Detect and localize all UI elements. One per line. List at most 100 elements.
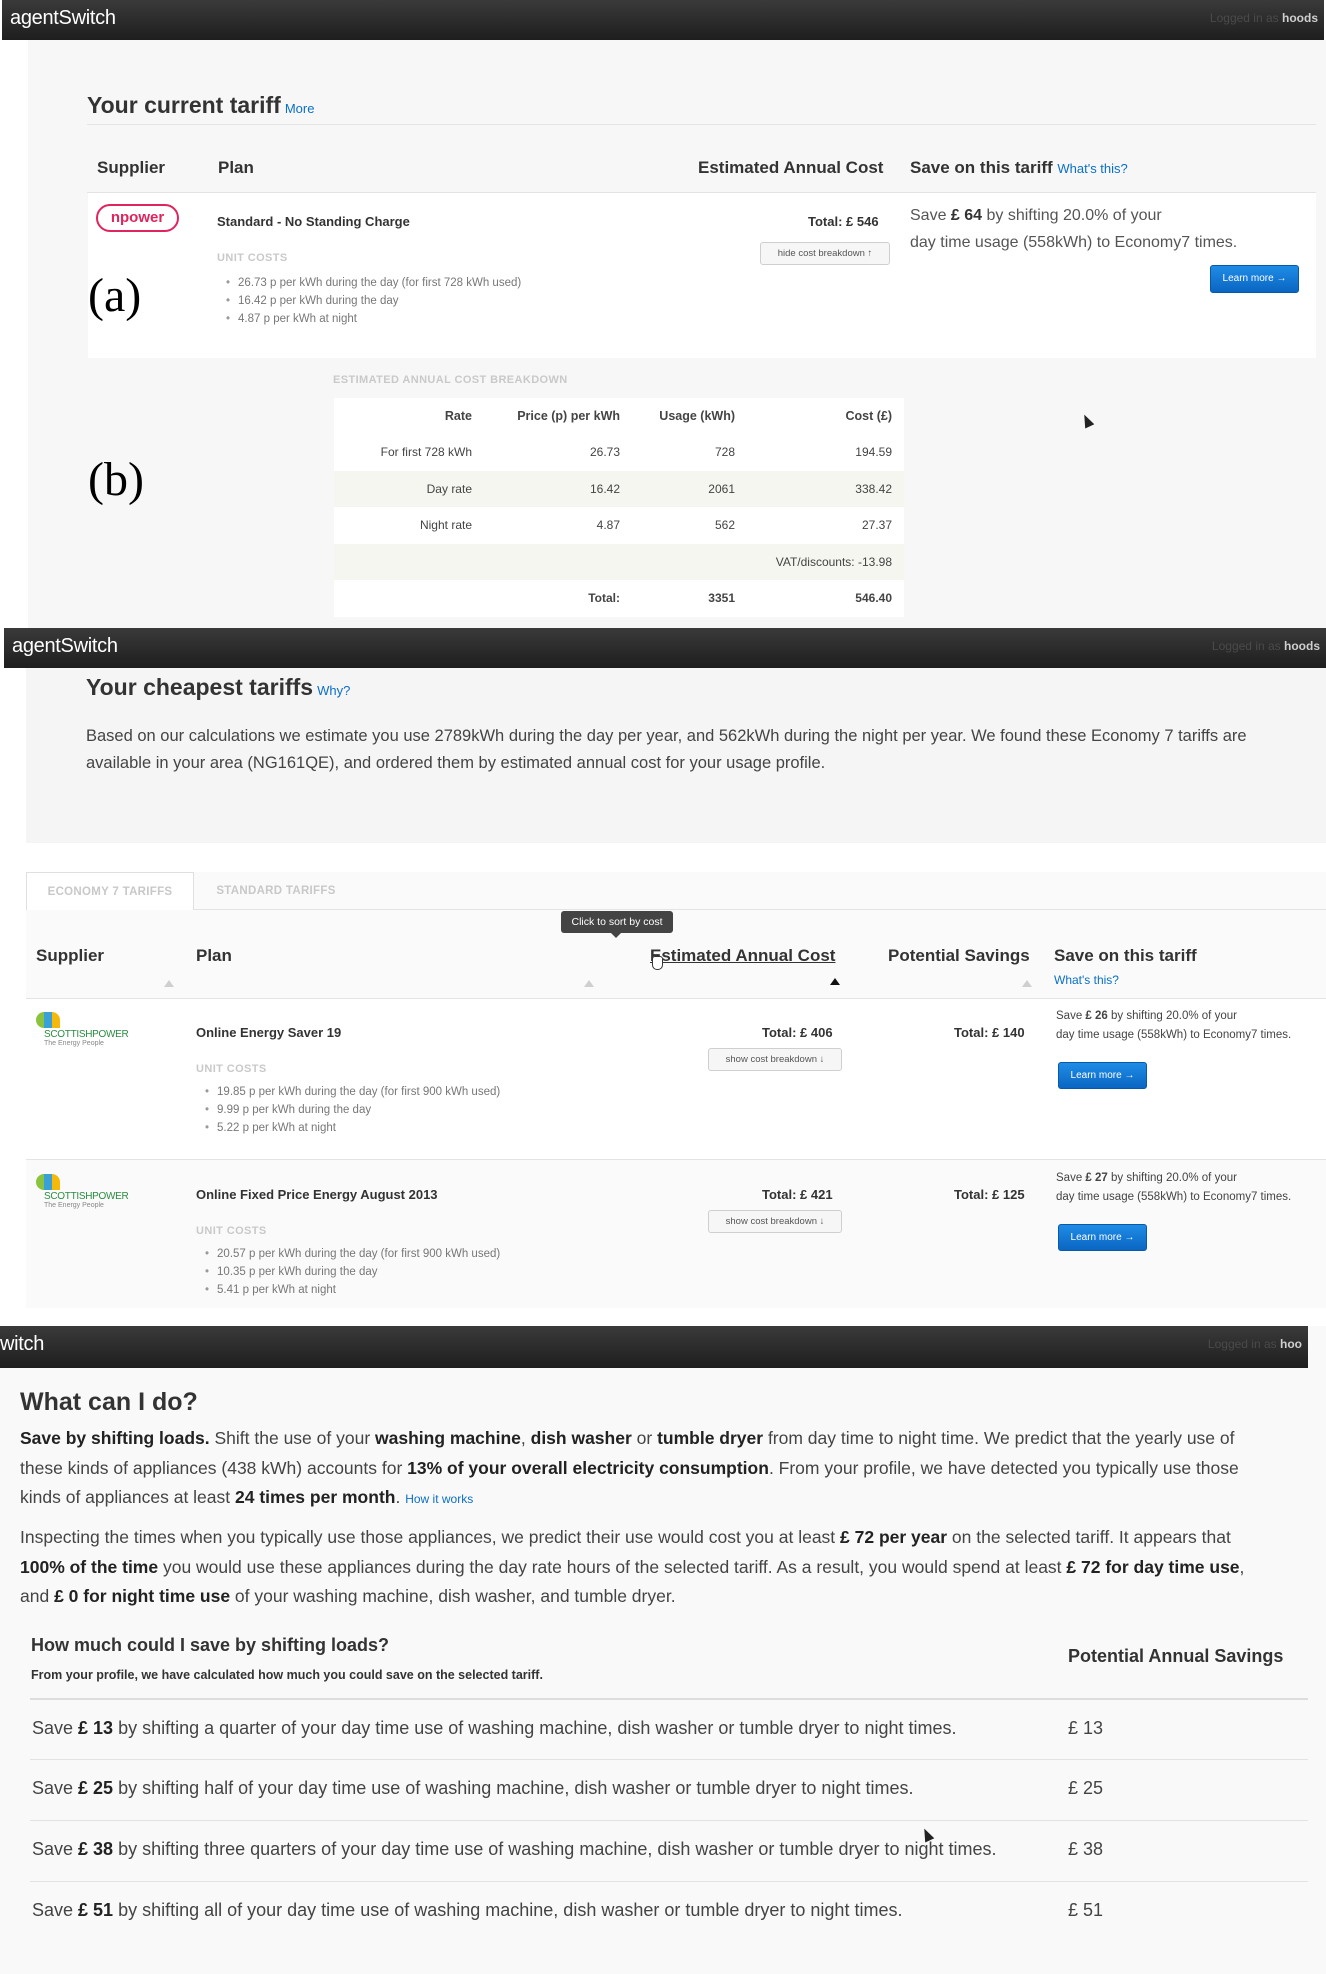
- col-save-label: Save on this tariff: [910, 158, 1053, 177]
- whats-this-link[interactable]: What's this?: [1057, 161, 1127, 176]
- p2-line2: 100% of the time you would use these app…: [20, 1553, 1320, 1583]
- sort-supplier-icon[interactable]: [164, 980, 174, 987]
- p1-line2-a: these kinds of appliances (438 kWh) acco…: [20, 1457, 408, 1478]
- col-supplier[interactable]: Supplier: [36, 946, 104, 966]
- savings-value: £ 38: [1068, 1839, 1104, 1859]
- col-potential-annual-savings: Potential Annual Savings: [1068, 1646, 1284, 1666]
- p2-line1-b: £ 72 per year: [840, 1527, 948, 1547]
- learn-more-button[interactable]: Learn more →: [1058, 1062, 1147, 1089]
- top-navbar: agentSwitch Logged in as hoods: [4, 628, 1326, 668]
- unit-cost-item: 16.42 p per kWh during the day: [226, 292, 521, 310]
- p1-a: Shift the use of your: [209, 1428, 376, 1448]
- hide-cost-breakdown-button[interactable]: hide cost breakdown ↑: [760, 242, 890, 265]
- breakdown-cell: 728: [632, 434, 747, 471]
- supplier-name: SCOTTISHPOWER: [44, 1029, 129, 1040]
- unit-costs-label: UNIT COSTS: [196, 1063, 267, 1075]
- p1-tumble-dryer: tumble dryer: [657, 1428, 764, 1448]
- top-navbar: witch Logged in as hoo: [0, 1326, 1308, 1368]
- breakdown-total-usage: 3351: [632, 580, 747, 617]
- tab-standard[interactable]: STANDARD TARIFFS: [200, 872, 352, 910]
- learn-more-button[interactable]: Learn more →: [1058, 1224, 1147, 1251]
- save-text-line1: Save £ 64 by shifting 20.0% of your: [910, 207, 1162, 225]
- sort-cost-icon[interactable]: [830, 978, 840, 985]
- p1-line3-b: 24 times per month: [235, 1487, 396, 1507]
- login-status: Logged in as hoo: [1208, 1337, 1302, 1351]
- p1-washing-machine: washing machine: [375, 1428, 521, 1448]
- tab-economy7[interactable]: ECONOMY 7 TARIFFS: [26, 872, 194, 910]
- login-text: Logged in as: [1207, 1337, 1277, 1351]
- login-user[interactable]: hoods: [1282, 11, 1318, 25]
- potential-savings: Total: £ 140: [954, 1025, 1025, 1040]
- how-it-works-link[interactable]: How it works: [405, 1492, 473, 1506]
- savings-row-text: Save £ 38 by shifting three quarters of …: [32, 1839, 997, 1860]
- savings-pre: Save: [32, 1718, 79, 1738]
- unit-costs-label: UNIT COSTS: [217, 252, 288, 264]
- p2-line1: Inspecting the times when you typically …: [20, 1523, 1320, 1553]
- sort-savings-icon[interactable]: [1022, 980, 1032, 987]
- savings-amount: £ 25: [78, 1778, 114, 1798]
- total-cost: Total: £ 421: [762, 1187, 833, 1202]
- show-cost-breakdown-button[interactable]: show cost breakdown ↓: [708, 1210, 842, 1233]
- whats-this-link[interactable]: What's this?: [1054, 973, 1119, 987]
- brand-logo[interactable]: agentSwitch: [12, 635, 118, 658]
- brand-logo[interactable]: witch: [0, 1333, 44, 1356]
- p1-line3-a: kinds of appliances at least: [20, 1487, 235, 1507]
- col-plan[interactable]: Plan: [196, 946, 232, 966]
- col-potential-savings[interactable]: Potential Savings: [888, 946, 1030, 966]
- savings-pre: Save: [32, 1839, 79, 1859]
- breakdown-cell: 2061: [632, 470, 747, 507]
- save-amount: £ 64: [950, 207, 983, 224]
- breakdown-header-row: Rate Price (p) per kWh Usage (kWh) Cost …: [334, 398, 904, 434]
- save-pre: Save: [910, 207, 951, 224]
- col-estimated-annual-cost[interactable]: Estimated Annual Cost: [650, 946, 835, 966]
- p2-line2-b: you would use these appliances during th…: [158, 1556, 1067, 1577]
- breakdown-total-cost: 546.40: [747, 580, 904, 617]
- brand-logo[interactable]: agentSwitch: [10, 7, 116, 30]
- savings-post: by shifting half of your day time use of…: [113, 1778, 914, 1798]
- supplier-tagline: The Energy People: [44, 1040, 104, 1047]
- p1-line3: kinds of appliances at least 24 times pe…: [20, 1483, 1320, 1515]
- login-status: Logged in as hoods: [1210, 11, 1318, 25]
- savings-value: £ 51: [1068, 1900, 1104, 1920]
- save-pre: Save: [1056, 1172, 1086, 1184]
- unit-costs-list: 20.57 p per kWh during the day (for firs…: [205, 1245, 500, 1299]
- save-text-line1: Save £ 26 by shifting 20.0% of your: [1056, 1010, 1237, 1022]
- p1-dish-washer: dish washer: [530, 1428, 632, 1448]
- show-cost-breakdown-button[interactable]: show cost breakdown ↓: [708, 1048, 842, 1071]
- supplier-tagline: The Energy People: [44, 1202, 104, 1209]
- potential-savings: Total: £ 125: [954, 1187, 1025, 1202]
- why-link[interactable]: Why?: [317, 683, 350, 698]
- login-status: Logged in as hoods: [1212, 639, 1320, 653]
- more-link[interactable]: More: [285, 101, 315, 116]
- divider: [87, 124, 1316, 125]
- unit-cost-item: 9.99 p per kWh during the day: [205, 1101, 500, 1119]
- figure-label-b: (b): [88, 453, 144, 506]
- savings-row: Save £ 13 by shifting a quarter of your …: [30, 1698, 1308, 1759]
- login-user[interactable]: hoo: [1280, 1337, 1302, 1351]
- savings-row-text: Save £ 51 by shifting all of your day ti…: [32, 1900, 902, 1921]
- col-plan: Plan: [218, 158, 254, 177]
- savings-row: Save £ 38 by shifting three quarters of …: [30, 1820, 1308, 1881]
- sort-plan-icon[interactable]: [584, 980, 594, 987]
- save-amount: £ 26: [1085, 1010, 1108, 1022]
- p2-line3: and £ 0 for night time use of your washi…: [20, 1582, 1320, 1612]
- breakdown-cell: VAT/discounts: -13.98: [747, 543, 904, 580]
- login-user[interactable]: hoods: [1284, 639, 1320, 653]
- p2-line3-a: and: [20, 1586, 55, 1606]
- page-title: Your cheapest tariffs Why?: [86, 674, 350, 701]
- unit-costs-list: 26.73 p per kWh during the day (for firs…: [226, 274, 521, 328]
- unit-costs-list: 19.85 p per kWh during the day (for firs…: [205, 1083, 500, 1137]
- breakdown-cell: [632, 543, 747, 580]
- breakdown-row: For first 728 kWh 26.73 728 194.59: [334, 434, 904, 471]
- savings-value: £ 25: [1068, 1778, 1104, 1798]
- save-post: by shifting 20.0% of your: [1107, 1172, 1237, 1184]
- unit-cost-item: 4.87 p per kWh at night: [226, 310, 521, 328]
- savings-pre: Save: [32, 1900, 79, 1920]
- breakdown-row: VAT/discounts: -13.98: [334, 543, 904, 580]
- p1-b: ,: [520, 1428, 531, 1448]
- breakdown-col-price: Price (p) per kWh: [484, 398, 632, 434]
- p2-line2-c: £ 72 for day time use: [1066, 1556, 1240, 1577]
- learn-more-button[interactable]: Learn more →: [1210, 265, 1299, 293]
- unit-cost-item: 5.22 p per kWh at night: [205, 1119, 500, 1137]
- savings-pre: Save: [32, 1778, 79, 1798]
